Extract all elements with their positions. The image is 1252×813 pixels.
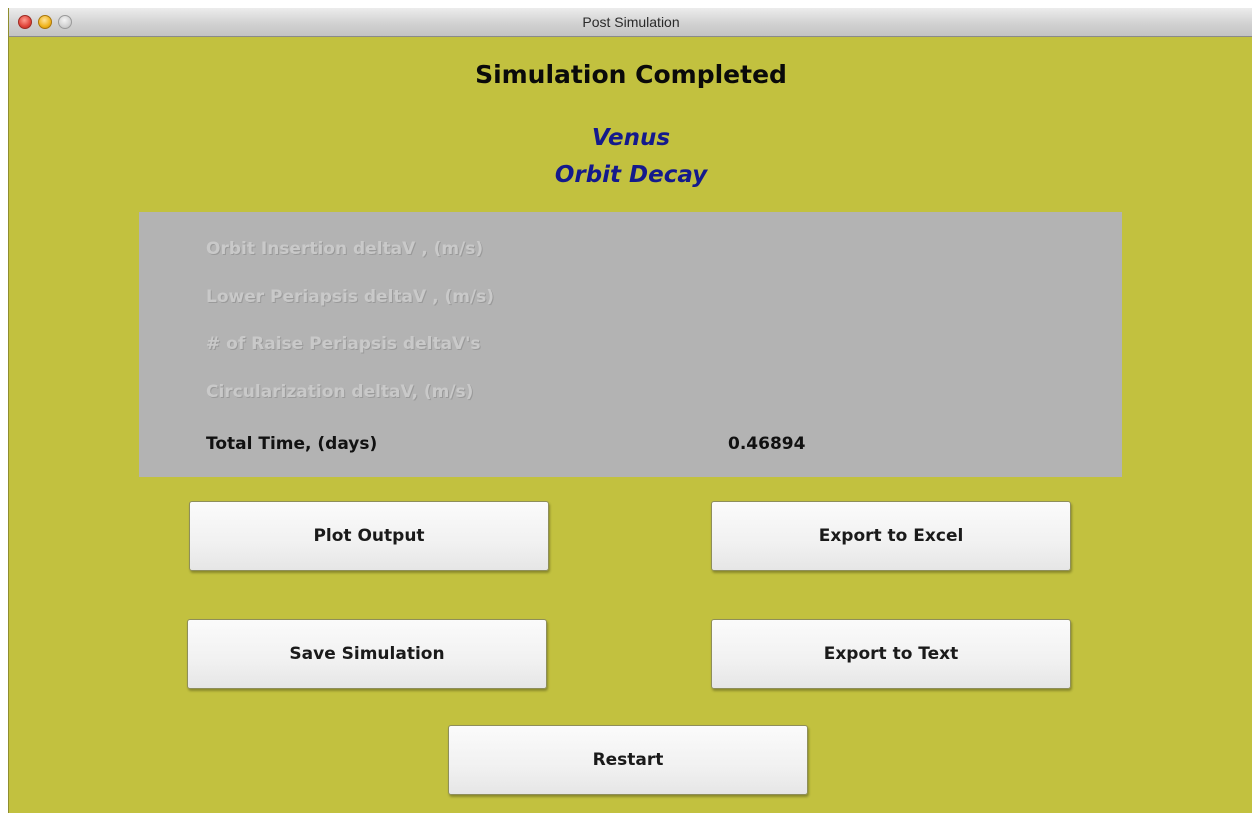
planet-label: Venus [591, 125, 671, 151]
restart-button[interactable]: Restart [448, 725, 808, 795]
result-label-total-time: Total Time, (days) [206, 434, 378, 454]
result-label-orbit-insertion: Orbit Insertion deltaV , (m/s) [206, 239, 484, 259]
plot-output-button[interactable]: Plot Output [189, 501, 549, 571]
title-bar[interactable]: Post Simulation [9, 8, 1252, 37]
result-label-lower-periapsis: Lower Periapsis deltaV , (m/s) [206, 287, 495, 307]
result-label-circularization: Circularization deltaV, (m/s) [206, 382, 474, 402]
export-to-text-button[interactable]: Export to Text [711, 619, 1071, 689]
export-to-excel-button[interactable]: Export to Excel [711, 501, 1071, 571]
page-title: Simulation Completed [475, 60, 787, 89]
result-label-raise-periapsis-count: # of Raise Periapsis deltaV's [206, 334, 481, 354]
post-simulation-window: Post Simulation Simulation Completed Ven… [8, 8, 1252, 813]
save-simulation-button[interactable]: Save Simulation [187, 619, 547, 689]
simulation-mode-label: Orbit Decay [554, 162, 708, 188]
result-value-total-time: 0.46894 [728, 434, 806, 454]
results-panel: Orbit Insertion deltaV , (m/s) Lower Per… [139, 212, 1122, 477]
window-title: Post Simulation [582, 14, 680, 30]
